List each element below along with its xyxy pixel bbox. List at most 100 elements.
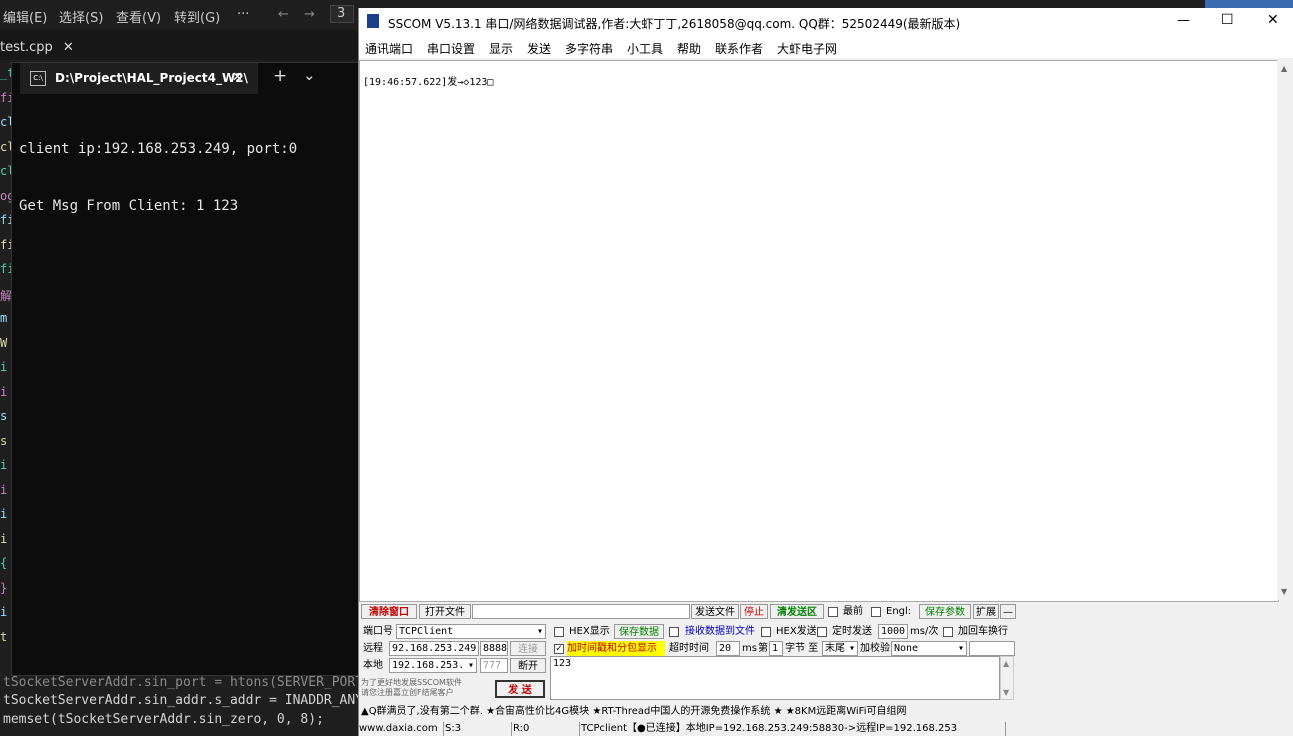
scroll-up-icon[interactable]: ▲ — [1003, 659, 1009, 668]
scroll-up-icon[interactable]: ▲ — [1281, 64, 1287, 73]
menu-tools[interactable]: 小工具 — [627, 40, 663, 57]
interval-input[interactable]: 1000 — [878, 624, 908, 639]
nth-input[interactable]: 1 — [769, 641, 783, 656]
command-center-input[interactable]: 3 — [330, 5, 354, 23]
local-ip-select[interactable]: 192.168.253. ▾ — [389, 658, 477, 673]
recv-to-file-checkbox[interactable] — [669, 627, 679, 637]
gutter-fragment: i — [0, 482, 8, 497]
recv-to-file-label: 接收数据到文件 — [685, 626, 755, 637]
end-select[interactable]: 末尾 ▾ — [822, 641, 858, 656]
gutter-fragment: t — [0, 629, 8, 644]
gutter-fragment: fi — [0, 262, 11, 276]
terminal-line: Get Msg From Client: 1 123 — [19, 198, 239, 214]
menu-contact-author[interactable]: 联系作者 — [715, 40, 763, 57]
receive-area[interactable]: [19:46:57.622]发→◇123□ — [359, 60, 1279, 602]
menu-help[interactable]: 帮助 — [677, 40, 701, 57]
tab-close-icon[interactable]: ✕ — [63, 40, 74, 55]
save-params-button[interactable]: 保存参数 — [919, 604, 971, 619]
menu-serial-settings[interactable]: 串口设置 — [427, 40, 475, 57]
gutter-fragment: cl — [0, 164, 11, 178]
sscom-title: SSCOM V5.13.1 串口/网络数据调试器,作者:大虾丁丁,2618058… — [388, 17, 961, 31]
timeout-label: 超时时间 — [669, 643, 709, 654]
gutter-fragment: fi — [0, 237, 11, 252]
status-connection: TCPclient【●已连接】本地IP=192.168.253.249:5883… — [581, 722, 1006, 736]
menu-daxia-site[interactable]: 大虾电子网 — [777, 40, 837, 57]
send-scrollbar[interactable]: ▲ ▼ — [1000, 656, 1014, 700]
maximize-icon[interactable]: ☐ — [1221, 12, 1234, 28]
status-sent: S:3 — [445, 722, 512, 736]
send-textarea[interactable]: 123 — [550, 656, 1000, 700]
disconnect-button[interactable]: 断开 — [510, 658, 546, 673]
sscom-menubar: 通讯端口 串口设置 显示 发送 多字符串 小工具 帮助 联系作者 大虾电子网 — [359, 36, 1293, 58]
terminal-icon: C:\ — [30, 71, 46, 86]
expand-button[interactable]: 扩展 — [973, 604, 999, 619]
tab-label: test.cpp — [0, 40, 53, 55]
gutter-fragment: i — [0, 360, 8, 374]
status-received: R:0 — [513, 722, 580, 736]
clear-send-button[interactable]: 清发送区 — [770, 604, 824, 619]
receive-scrollbar[interactable]: ▲ ▼ — [1277, 60, 1293, 600]
stop-button[interactable]: 停止 — [740, 604, 768, 619]
gutter-fragment: fi — [0, 213, 11, 227]
menu-more[interactable]: ··· — [237, 7, 249, 22]
gutter-fragment: 解 — [0, 288, 11, 303]
menu-edit[interactable]: 编辑(E) — [3, 7, 47, 26]
terminal-tab-title: D:\Project\HAL_Project4_W2\ — [55, 71, 248, 85]
terminal-tab[interactable]: C:\ D:\Project\HAL_Project4_W2\ ✕ — [20, 63, 258, 94]
gutter-fragment: i — [0, 531, 8, 546]
nth-label: 第 — [758, 643, 768, 654]
terminal-new-tab-icon[interactable]: + — [273, 66, 287, 86]
menu-selection[interactable]: 选择(S) — [59, 7, 103, 26]
hex-display-label: HEX显示 — [569, 626, 610, 637]
local-label: 本地 — [363, 660, 383, 671]
menu-comm-port[interactable]: 通讯端口 — [365, 40, 413, 57]
terminal-dropdown-icon[interactable]: ⌄ — [303, 66, 316, 84]
terminal-close-icon[interactable]: ✕ — [232, 70, 243, 85]
menu-go[interactable]: 转到(G) — [174, 7, 220, 26]
topmost-checkbox[interactable] — [828, 607, 838, 617]
gutter-fragment: cl — [0, 139, 11, 154]
remote-port-input[interactable]: 8888 — [480, 641, 508, 656]
checksum-label: 加校验 — [860, 643, 890, 654]
save-data-button[interactable]: 保存数据 — [614, 624, 664, 639]
timestamp-label: 加时间戳和分包显示 — [567, 641, 665, 656]
checksum-select[interactable]: None ▾ — [891, 641, 967, 656]
send-file-button[interactable]: 发送文件 — [691, 604, 739, 619]
editor-tab[interactable]: test.cpp ✕ — [0, 36, 74, 60]
local-ip-value: 192.168.253. — [392, 660, 465, 671]
open-file-button[interactable]: 打开文件 — [419, 604, 471, 619]
file-path-input[interactable] — [472, 604, 690, 619]
close-icon[interactable]: ✕ — [1267, 12, 1279, 28]
english-checkbox[interactable] — [871, 607, 881, 617]
nav-back-icon[interactable]: ← — [278, 7, 289, 22]
menu-view[interactable]: 查看(V) — [116, 7, 161, 26]
menu-send[interactable]: 发送 — [527, 40, 551, 57]
menu-multi-string[interactable]: 多字符串 — [565, 40, 613, 57]
code-line: memset(tSocketServerAddr.sin_zero, 0, 8)… — [3, 712, 324, 727]
minimize-icon[interactable]: — — [1177, 13, 1190, 28]
port-label: 端口号 — [363, 626, 393, 637]
nav-forward-icon[interactable]: → — [304, 7, 315, 22]
background-window-edge — [1205, 0, 1293, 8]
gutter-fragment: i — [0, 458, 8, 472]
local-port-input[interactable]: 777 — [480, 658, 508, 673]
scroll-down-icon[interactable]: ▼ — [1281, 587, 1287, 596]
menu-display[interactable]: 显示 — [489, 40, 513, 57]
hex-send-checkbox[interactable] — [761, 627, 771, 637]
add-crlf-checkbox[interactable] — [943, 627, 953, 637]
gutter-fragment: i — [0, 507, 8, 521]
collapse-button[interactable]: — — [1000, 604, 1016, 619]
port-select[interactable]: TCPClient ▾ — [396, 624, 546, 639]
connect-button[interactable]: 连接 — [510, 641, 546, 656]
scroll-down-icon[interactable]: ▼ — [1003, 688, 1009, 697]
ticker-text: ▲Q群满员了,没有第二个群. ★合宙高性价比4G模块 ★RT-Thread中国人… — [361, 706, 907, 717]
clear-window-button[interactable]: 清除窗口 — [361, 604, 417, 619]
timeout-input[interactable]: 20 — [716, 641, 740, 656]
code-line: tSocketServerAddr.sin_port = htons(SERVE… — [3, 675, 364, 690]
hex-display-checkbox[interactable] — [554, 627, 564, 637]
gutter-fragment: { — [0, 556, 8, 570]
timestamp-checkbox[interactable]: ✓ — [554, 644, 564, 654]
remote-ip-input[interactable]: 92.168.253.249 — [389, 641, 479, 656]
send-button[interactable]: 发 送 — [495, 680, 545, 698]
timed-send-checkbox[interactable] — [817, 627, 827, 637]
